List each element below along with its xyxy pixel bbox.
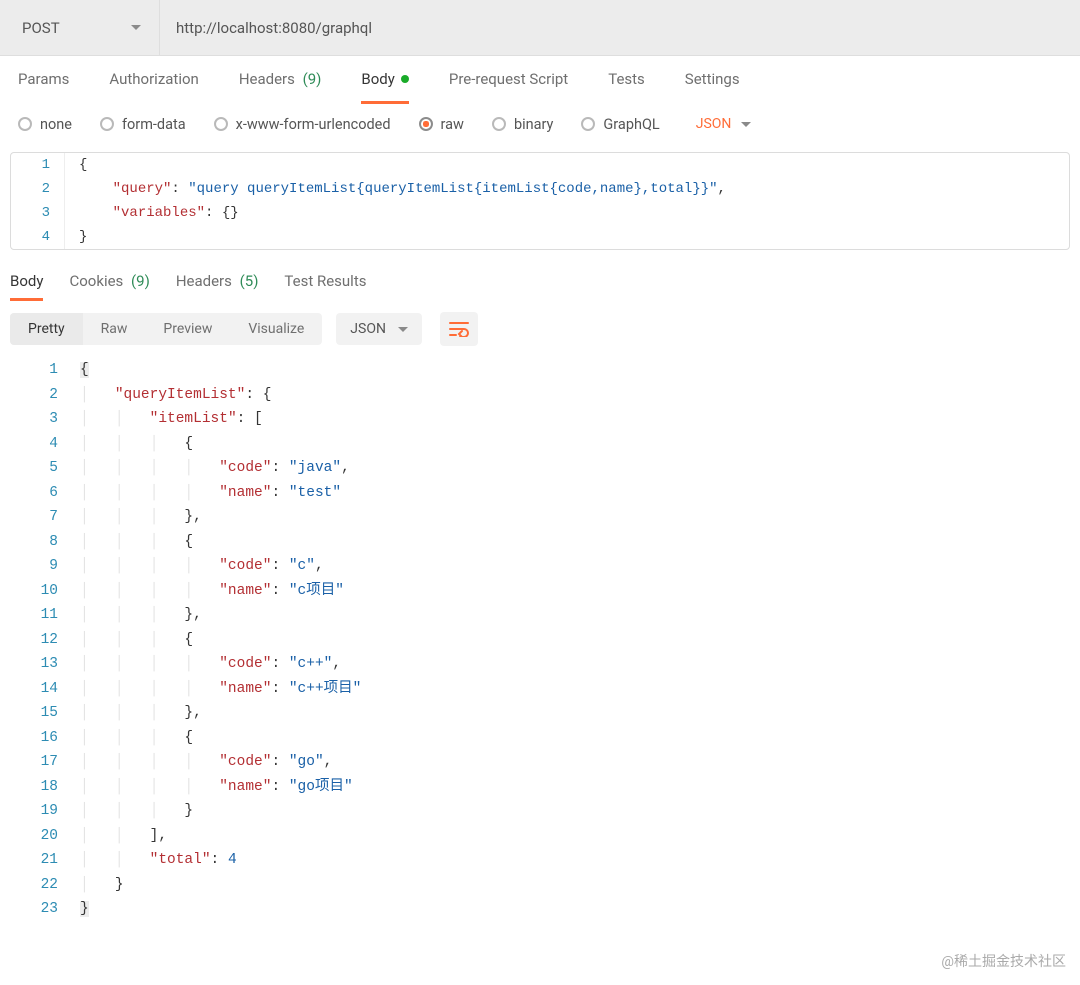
response-view-row: Pretty Raw Preview Visualize JSON [0, 298, 1080, 354]
line-number: 17 [10, 750, 72, 775]
line-number: 22 [10, 873, 72, 898]
view-pretty[interactable]: Pretty [10, 313, 83, 345]
line-number: 1 [11, 153, 65, 177]
line-number: 1 [10, 358, 72, 383]
tab-headers[interactable]: Headers (9) [239, 56, 322, 104]
response-tabs: Body Cookies (9) Headers (5) Test Result… [0, 250, 1080, 298]
radio-icon [18, 117, 32, 131]
line-number: 13 [10, 652, 72, 677]
chevron-down-icon [398, 327, 408, 332]
response-format-select[interactable]: JSON [336, 313, 422, 345]
url-value: http://localhost:8080/graphql [176, 19, 372, 37]
request-tabs: Params Authorization Headers (9) Body Pr… [0, 56, 1080, 104]
headers-count: (9) [303, 70, 322, 88]
tab-settings[interactable]: Settings [685, 56, 740, 104]
wrap-lines-button[interactable] [440, 312, 478, 346]
body-type-graphql[interactable]: GraphQL [581, 116, 659, 133]
body-type-row: none form-data x-www-form-urlencoded raw… [0, 104, 1080, 144]
body-type-xform[interactable]: x-www-form-urlencoded [214, 116, 391, 133]
radio-icon [581, 117, 595, 131]
wrap-icon [449, 321, 469, 337]
request-body-editor[interactable]: 1 { 2 "query": "query queryItemList{quer… [10, 152, 1070, 250]
view-raw[interactable]: Raw [83, 313, 146, 345]
line-number: 21 [10, 848, 72, 873]
tab-params[interactable]: Params [18, 56, 69, 104]
view-visualize[interactable]: Visualize [230, 313, 322, 345]
line-number: 3 [11, 201, 65, 225]
method-select[interactable]: POST [0, 0, 160, 55]
radio-icon [492, 117, 506, 131]
radio-icon [100, 117, 114, 131]
line-number: 11 [10, 603, 72, 628]
resp-tab-headers[interactable]: Headers (5) [176, 265, 259, 301]
line-number: 4 [11, 225, 65, 249]
radio-selected-icon [419, 117, 433, 131]
line-number: 2 [11, 177, 65, 201]
line-number: 14 [10, 677, 72, 702]
line-number: 16 [10, 726, 72, 751]
tab-prerequest[interactable]: Pre-request Script [449, 56, 568, 104]
radio-icon [214, 117, 228, 131]
tab-tests[interactable]: Tests [608, 56, 645, 104]
line-number: 9 [10, 554, 72, 579]
chevron-down-icon [741, 122, 751, 127]
line-number: 5 [10, 456, 72, 481]
view-mode-group: Pretty Raw Preview Visualize [10, 313, 322, 345]
line-number: 4 [10, 432, 72, 457]
line-number: 2 [10, 383, 72, 408]
body-type-binary[interactable]: binary [492, 116, 553, 133]
resp-tab-testresults[interactable]: Test Results [284, 265, 366, 301]
cookies-count: (9) [131, 272, 150, 290]
raw-format-select[interactable]: JSON [696, 116, 752, 132]
line-number: 6 [10, 481, 72, 506]
line-number: 15 [10, 701, 72, 726]
view-preview[interactable]: Preview [145, 313, 230, 345]
line-number: 10 [10, 579, 72, 604]
body-type-formdata[interactable]: form-data [100, 116, 186, 133]
resp-tab-cookies[interactable]: Cookies (9) [69, 265, 149, 301]
body-type-raw[interactable]: raw [419, 116, 464, 133]
watermark: @稀土掘金技术社区 [941, 951, 1066, 971]
line-number: 7 [10, 505, 72, 530]
tab-body[interactable]: Body [361, 56, 408, 104]
resp-tab-body[interactable]: Body [10, 265, 43, 301]
line-number: 12 [10, 628, 72, 653]
body-type-none[interactable]: none [18, 116, 72, 133]
line-number: 3 [10, 407, 72, 432]
response-body-viewer[interactable]: 1{ 2│ "queryItemList": { 3│ │ "itemList"… [10, 358, 1070, 922]
method-label: POST [22, 19, 60, 37]
request-bar: POST http://localhost:8080/graphql [0, 0, 1080, 56]
url-input[interactable]: http://localhost:8080/graphql [160, 0, 1080, 55]
line-number: 18 [10, 775, 72, 800]
dot-indicator-icon [401, 75, 409, 83]
chevron-down-icon [131, 25, 141, 30]
line-number: 8 [10, 530, 72, 555]
line-number: 19 [10, 799, 72, 824]
resp-headers-count: (5) [240, 272, 259, 290]
tab-authorization[interactable]: Authorization [109, 56, 198, 104]
line-number: 23 [10, 897, 72, 922]
line-number: 20 [10, 824, 72, 849]
